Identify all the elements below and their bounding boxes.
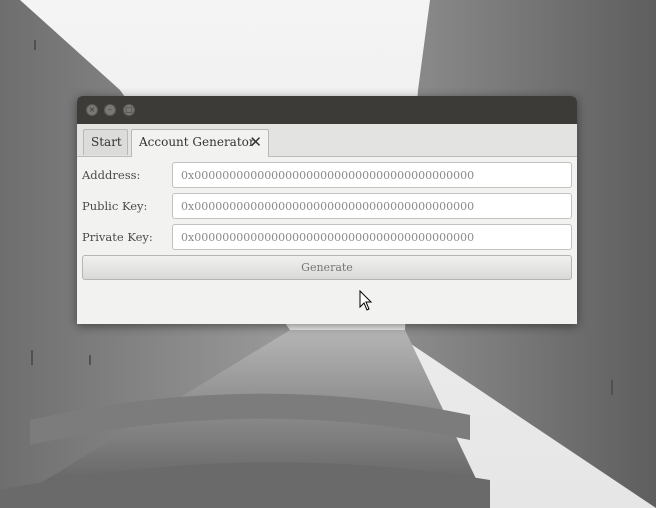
generate-button[interactable]: Generate xyxy=(82,255,572,280)
tab-account-generator-label: Account Generator xyxy=(139,135,255,149)
tab-start-label: Start xyxy=(91,135,122,149)
address-label: Adddress: xyxy=(82,168,141,182)
tab-start[interactable]: Start xyxy=(83,129,128,155)
private-key-field[interactable] xyxy=(172,224,572,250)
tab-account-generator[interactable]: Account Generator ✕ xyxy=(131,129,269,157)
account-generator-panel: Adddress: Public Key: Private Key: Gener… xyxy=(77,157,577,324)
close-window-icon[interactable]: × xyxy=(86,104,98,116)
private-key-row: Private Key: xyxy=(82,224,572,250)
public-key-row: Public Key: xyxy=(82,193,572,219)
tab-bar: Start Account Generator ✕ xyxy=(77,124,577,157)
mouse-pointer-icon xyxy=(359,290,373,311)
app-window: × – □ Start Account Generator ✕ Adddress… xyxy=(77,96,577,324)
public-key-label: Public Key: xyxy=(82,199,148,213)
close-tab-icon[interactable]: ✕ xyxy=(249,130,262,154)
minimize-window-icon[interactable]: – xyxy=(104,104,116,116)
maximize-window-icon[interactable]: □ xyxy=(123,104,135,116)
address-field[interactable] xyxy=(172,162,572,188)
private-key-label: Private Key: xyxy=(82,230,153,244)
public-key-field[interactable] xyxy=(172,193,572,219)
address-row: Adddress: xyxy=(82,162,572,188)
title-bar: × – □ xyxy=(77,96,577,124)
